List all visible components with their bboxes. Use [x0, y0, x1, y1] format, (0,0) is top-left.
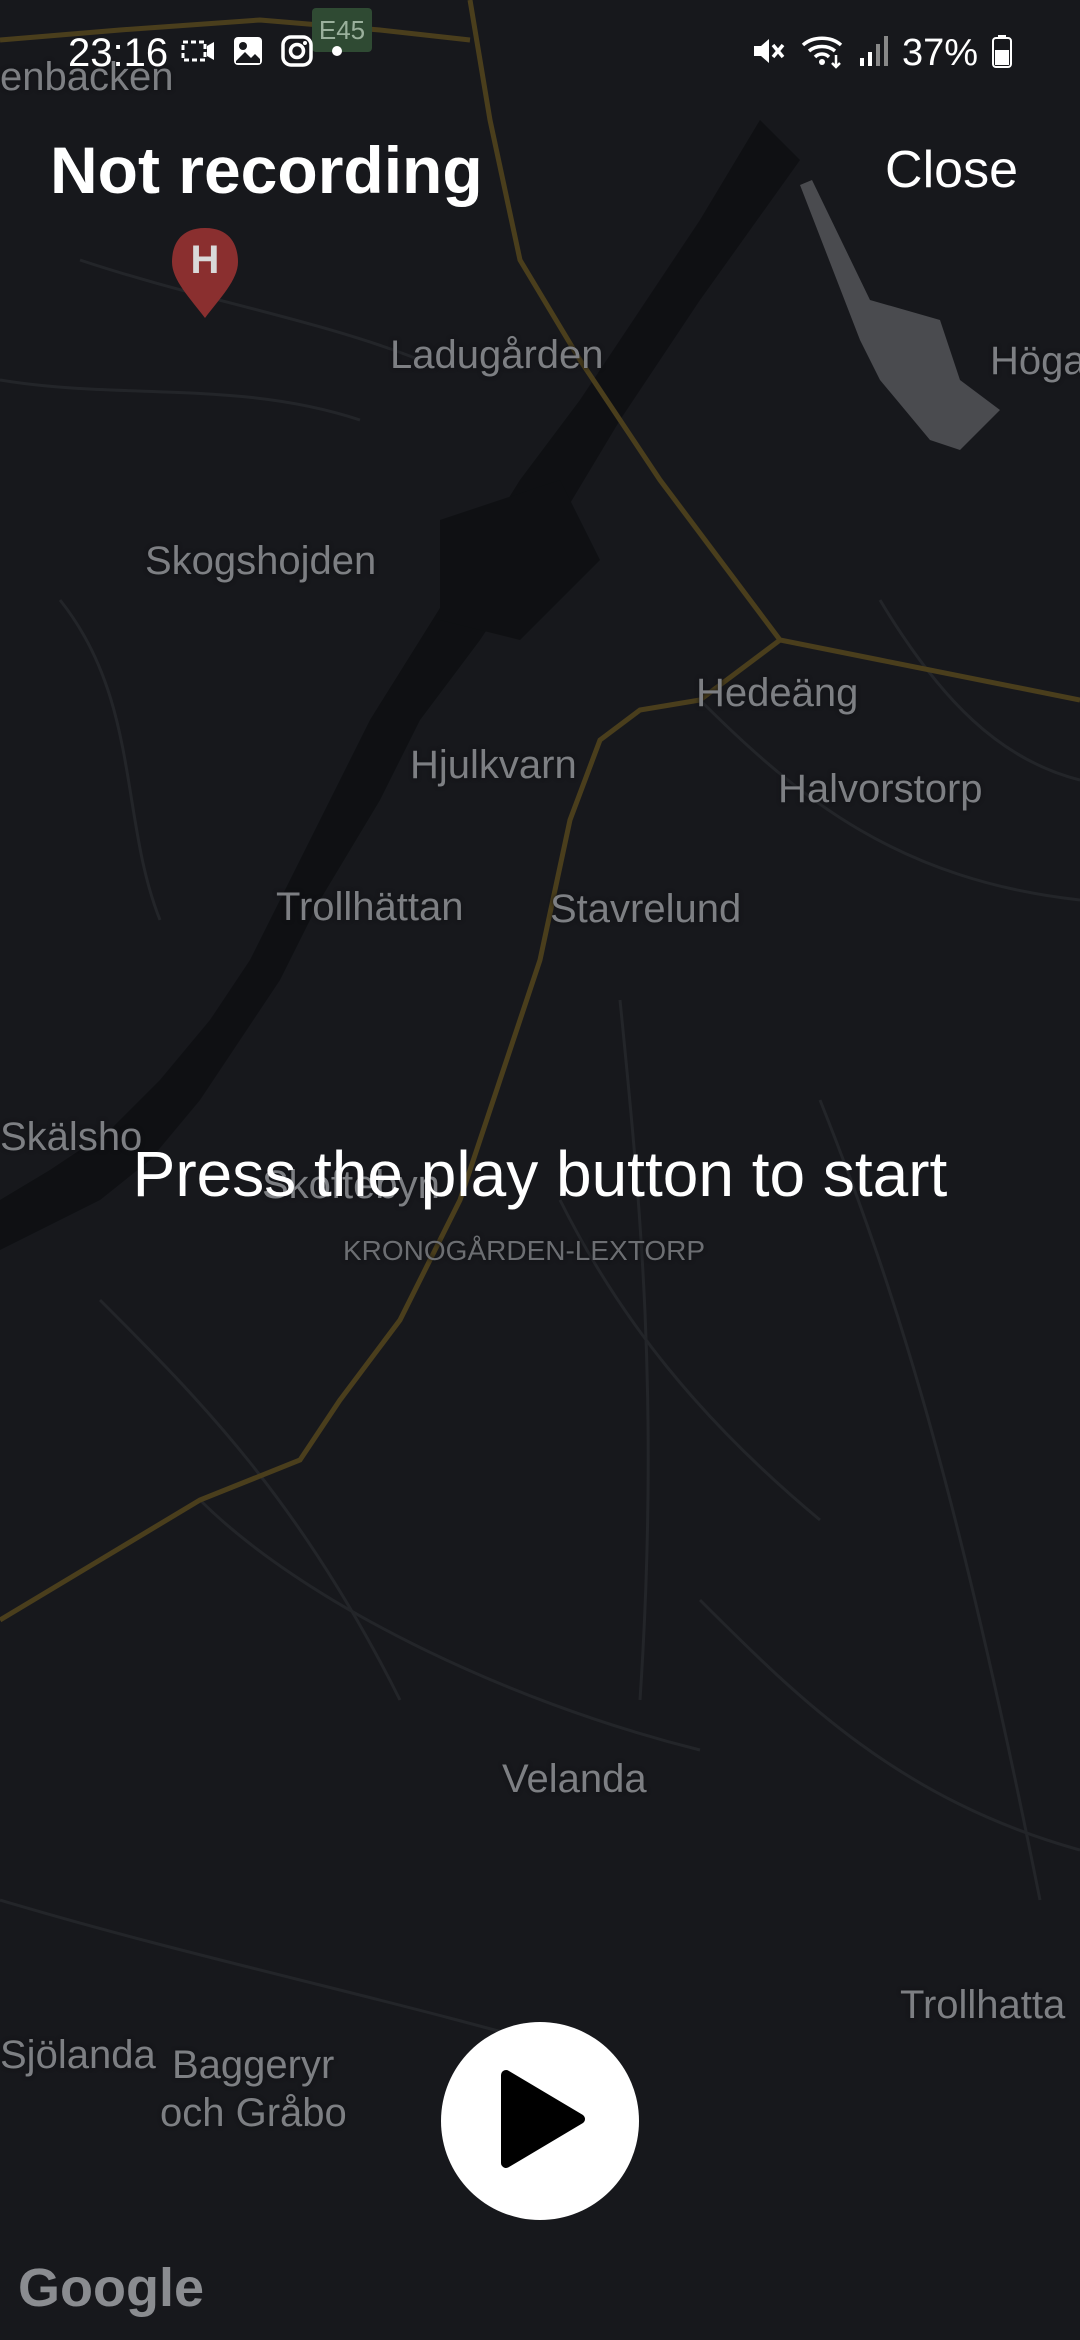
- wifi-icon: [800, 33, 844, 74]
- start-prompt: Press the play button to start: [132, 1138, 948, 1210]
- map-label-hedeang: Hedeäng: [696, 671, 859, 715]
- map-label-och-grabo: och Gråbo: [160, 2091, 347, 2135]
- map-label-hjulkvarn: Hjulkvarn: [410, 743, 577, 787]
- map-label-trollhatta: Trollhatta: [900, 1983, 1066, 2027]
- close-button[interactable]: Close: [885, 132, 1018, 208]
- map-label-skogshojden: Skogshojden: [145, 539, 377, 583]
- dot-icon: [330, 44, 344, 63]
- map-label-hoga: Höga: [990, 339, 1080, 383]
- battery-percent: 37%: [901, 32, 978, 74]
- page-title: Not recording: [50, 133, 483, 207]
- mute-icon: [750, 33, 786, 74]
- map-label-stavrelund: Stavrelund: [550, 887, 742, 931]
- signal-icon: [858, 34, 888, 73]
- status-time: 23:16: [68, 31, 169, 75]
- status-right-icons: 37%: [750, 28, 1012, 78]
- status-bar: 23:16 37%: [0, 0, 1080, 110]
- recording-screen: H E45 enbacken Ladugården Höga Skogshojd…: [0, 0, 1080, 2340]
- map-label-ladugarden: Ladugården: [390, 333, 604, 377]
- map-label-velanda: Velanda: [502, 1757, 647, 1801]
- map-label-halvorstorp: Halvorstorp: [778, 767, 983, 811]
- screen-record-icon: [180, 36, 216, 71]
- gallery-icon: [232, 35, 264, 72]
- svg-text:H: H: [191, 238, 220, 282]
- instagram-icon: [280, 34, 314, 73]
- google-attribution: Google: [18, 2258, 204, 2318]
- play-button[interactable]: [441, 2022, 639, 2220]
- map-label-baggeryr: Baggeryr: [172, 2043, 335, 2087]
- status-left-icons: [180, 34, 344, 73]
- map-label-kronogarden: KRONOGÅRDEN-LEXTORP: [343, 1235, 705, 1266]
- map-label-sjolanda: Sjölanda: [0, 2033, 156, 2077]
- battery-icon: [992, 34, 1012, 73]
- play-icon: [492, 2069, 588, 2174]
- map-label-trollhattan: Trollhättan: [276, 885, 464, 929]
